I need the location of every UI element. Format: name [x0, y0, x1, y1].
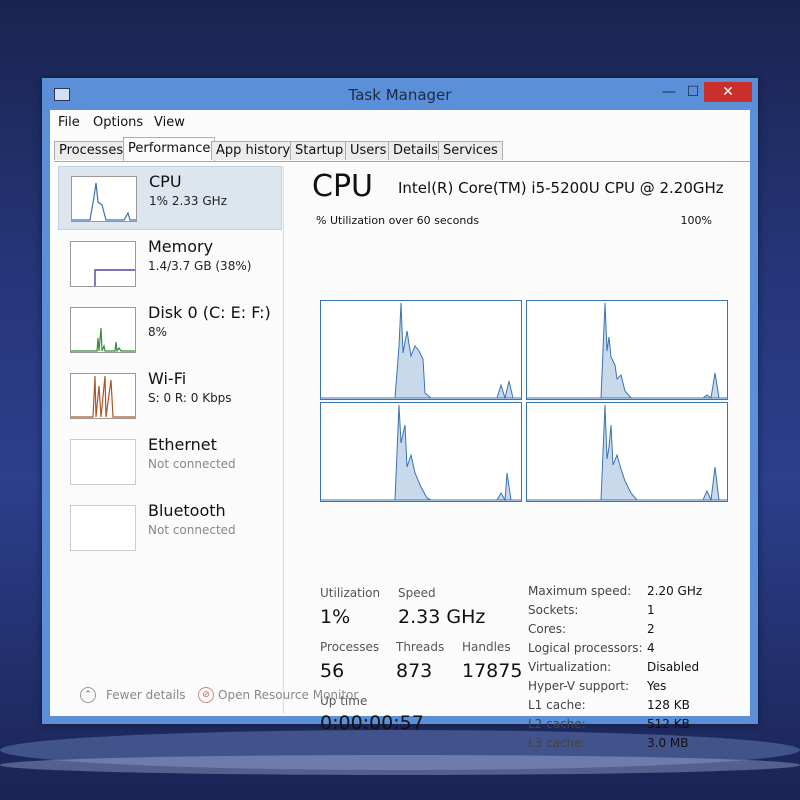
tab-services[interactable]: Services: [438, 141, 503, 160]
resource-ethernet[interactable]: Ethernet Not connected: [58, 430, 280, 492]
resource-memory[interactable]: Memory 1.4/3.7 GB (38%): [58, 232, 280, 294]
cpu-core-graph-2: [320, 402, 522, 502]
resource-name: Wi-Fi: [148, 369, 187, 388]
disk-thumbnail-line: [71, 327, 135, 353]
info-value: 2: [647, 622, 655, 636]
title-bar[interactable]: Task Manager — ☐ ✕: [42, 78, 758, 110]
tab-startup[interactable]: Startup: [290, 141, 349, 160]
footer-bar: ⌃ Fewer details ⊘ Open Resource Monitor: [50, 680, 750, 710]
cpu-thumbnail-graph: [71, 176, 137, 222]
desktop-wave: [0, 755, 800, 775]
resource-list: CPU 1% 2.33 GHz Memory 1.4/3.7 GB (38%): [50, 166, 284, 714]
uptime-value: 0:00:00:57: [320, 712, 424, 734]
resource-bluetooth[interactable]: Bluetooth Not connected: [58, 496, 280, 558]
menu-options[interactable]: Options: [93, 115, 143, 130]
page-title: CPU: [312, 169, 373, 204]
resource-name: Ethernet: [148, 435, 217, 454]
resource-name: CPU: [149, 172, 182, 191]
processes-label: Processes: [320, 640, 380, 654]
info-label: Sockets:: [528, 603, 579, 617]
menu-bar: File Options View: [50, 110, 750, 134]
ethernet-thumbnail-graph: [70, 439, 136, 485]
resource-monitor-icon[interactable]: ⊘: [198, 687, 214, 703]
disk-thumbnail-graph: [70, 307, 136, 353]
bluetooth-thumbnail-graph: [70, 505, 136, 551]
resource-summary: 1.4/3.7 GB (38%): [148, 259, 252, 273]
resource-wifi[interactable]: Wi-Fi S: 0 R: 0 Kbps: [58, 364, 280, 426]
close-button[interactable]: ✕: [704, 82, 752, 102]
speed-label: Speed: [398, 586, 436, 600]
info-label: Cores:: [528, 622, 567, 636]
tab-app-history[interactable]: App history: [211, 141, 296, 160]
info-value: Disabled: [647, 660, 700, 674]
resource-summary: S: 0 R: 0 Kbps: [148, 391, 232, 405]
fewer-details-link[interactable]: Fewer details: [106, 688, 186, 702]
graph-max-label: 100%: [680, 214, 712, 227]
resource-summary: 1% 2.33 GHz: [149, 194, 228, 208]
threads-label: Threads: [396, 640, 445, 654]
processes-value: 56: [320, 660, 345, 682]
resource-cpu[interactable]: CPU 1% 2.33 GHz: [58, 166, 282, 230]
tab-performance[interactable]: Performance: [123, 137, 216, 161]
memory-thumbnail-line: [94, 269, 135, 286]
core-3-usage-line: [527, 404, 727, 501]
tab-users[interactable]: Users: [345, 141, 392, 160]
wifi-thumbnail-graph: [70, 373, 136, 419]
utilization-value: 1%: [320, 606, 351, 628]
menu-file[interactable]: File: [58, 115, 80, 130]
core-2-usage-line: [321, 404, 521, 501]
resource-summary: Not connected: [148, 523, 236, 537]
cpu-model-name: Intel(R) Core(TM) i5-5200U CPU @ 2.20GHz: [398, 179, 724, 197]
chevron-up-icon[interactable]: ⌃: [80, 687, 96, 703]
threads-value: 873: [396, 660, 433, 682]
menu-view[interactable]: View: [154, 115, 185, 130]
resource-summary: 8%: [148, 325, 168, 339]
resource-name: Bluetooth: [148, 501, 226, 520]
cpu-detail-panel: CPU Intel(R) Core(TM) i5-5200U CPU @ 2.2…: [298, 166, 738, 750]
info-label: L3 cache:: [528, 736, 586, 750]
tab-processes[interactable]: Processes: [54, 141, 129, 160]
info-value: 4: [647, 641, 655, 655]
info-label: Maximum speed:: [528, 584, 632, 598]
core-1-usage-line: [527, 302, 727, 399]
cpu-core-graph-3: [526, 402, 728, 502]
graph-caption: % Utilization over 60 seconds: [316, 214, 480, 227]
resource-summary: Not connected: [148, 457, 236, 471]
handles-label: Handles: [462, 640, 511, 654]
info-label: Virtualization:: [528, 660, 612, 674]
task-manager-window: Task Manager — ☐ ✕ File Options View Pro…: [42, 78, 758, 750]
tab-details[interactable]: Details: [388, 141, 444, 160]
resource-disk[interactable]: Disk 0 (C: E: F:) 8%: [58, 298, 280, 360]
resource-name: Memory: [148, 237, 214, 256]
window-client-area: File Options View Processes Performance …: [50, 110, 750, 750]
info-label: L2 cache:: [528, 717, 586, 731]
cpu-core-graph-1: [526, 300, 728, 400]
window-title: Task Manager: [348, 86, 452, 104]
info-value: 3.0 MB: [647, 736, 689, 750]
info-value: 2.20 GHz: [647, 584, 703, 598]
cpu-thumbnail-line: [72, 182, 136, 221]
speed-value: 2.33 GHz: [398, 606, 486, 628]
info-value: 1: [647, 603, 655, 617]
handles-value: 17875: [462, 660, 523, 682]
core-0-usage-line: [321, 302, 521, 399]
tab-strip: Processes Performance App history Startu…: [54, 137, 750, 162]
resource-name: Disk 0 (C: E: F:): [148, 303, 271, 322]
cpu-core-graph-0: [320, 300, 522, 400]
info-value: 512 KB: [647, 717, 690, 731]
open-resource-monitor-link[interactable]: Open Resource Monitor: [218, 688, 358, 702]
info-label: Logical processors:: [528, 641, 643, 655]
memory-thumbnail-graph: [70, 241, 136, 287]
utilization-label: Utilization: [320, 586, 381, 600]
wifi-thumbnail-line: [71, 375, 135, 418]
